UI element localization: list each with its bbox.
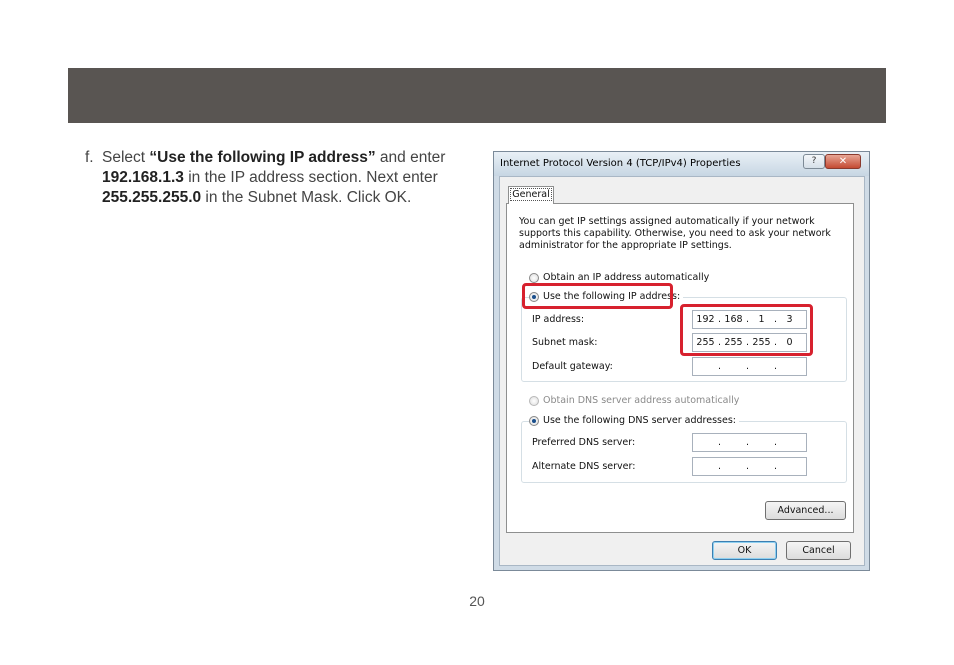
alternate-dns-field[interactable]: . . . xyxy=(692,457,807,476)
instruction-part: Select xyxy=(102,149,150,166)
dns-dot: . xyxy=(746,437,750,448)
instruction-text: f. Select “Use the following IP address”… xyxy=(85,148,455,208)
ok-button[interactable]: OK xyxy=(712,541,777,560)
gateway-dot: . xyxy=(746,361,750,372)
cancel-button[interactable]: Cancel xyxy=(786,541,851,560)
ip-address-label: IP address: xyxy=(532,314,585,325)
advanced-button[interactable]: Advanced... xyxy=(765,501,846,520)
tab-general[interactable]: General xyxy=(508,186,554,204)
gateway-dot: . xyxy=(718,361,722,372)
help-button[interactable]: ? xyxy=(803,154,825,169)
obtain-dns-label: Obtain DNS server address automatically xyxy=(543,395,740,406)
radio-off-icon xyxy=(529,272,539,283)
dns-dot: . xyxy=(718,437,722,448)
dialog-title: Internet Protocol Version 4 (TCP/IPv4) P… xyxy=(500,158,741,169)
alternate-dns-label: Alternate DNS server: xyxy=(532,461,636,472)
dns-dot: . xyxy=(746,461,750,472)
instruction-bold-option: “Use the following IP address” xyxy=(149,149,376,166)
subnet-mask-label: Subnet mask: xyxy=(532,337,598,348)
obtain-dns-automatically-radio[interactable]: Obtain DNS server address automatically xyxy=(529,395,739,406)
dialog-titlebar[interactable]: Internet Protocol Version 4 (TCP/IPv4) P… xyxy=(494,152,869,176)
dns-dot: . xyxy=(774,461,778,472)
instruction-bold-ip: 192.168.1.3 xyxy=(102,169,184,186)
tcpip-properties-dialog: Internet Protocol Version 4 (TCP/IPv4) P… xyxy=(493,151,870,571)
highlight-use-ip-option xyxy=(522,283,673,309)
radio-off-icon xyxy=(529,395,539,406)
general-tab-page: You can get IP settings assigned automat… xyxy=(506,203,854,533)
instruction-bold-mask: 255.255.255.0 xyxy=(102,189,202,206)
highlight-ip-fields xyxy=(680,304,813,356)
settings-description: You can get IP settings assigned automat… xyxy=(519,216,831,251)
radio-on-icon xyxy=(529,415,539,426)
default-gateway-label: Default gateway: xyxy=(532,361,613,372)
default-gateway-field[interactable]: . . . xyxy=(692,357,807,376)
close-button[interactable]: ✕ xyxy=(825,154,861,169)
dialog-client-area: General You can get IP settings assigned… xyxy=(499,176,865,566)
preferred-dns-field[interactable]: . . . xyxy=(692,433,807,452)
instruction-part: and enter xyxy=(375,149,446,166)
use-following-dns-radio[interactable]: Use the following DNS server addresses: xyxy=(529,415,739,426)
preferred-dns-label: Preferred DNS server: xyxy=(532,437,636,448)
use-following-dns-label: Use the following DNS server addresses: xyxy=(543,415,736,426)
header-bar xyxy=(68,68,886,123)
dns-dot: . xyxy=(774,437,778,448)
tab-general-label: General xyxy=(510,188,552,201)
obtain-ip-label: Obtain an IP address automatically xyxy=(543,272,710,283)
dns-dot: . xyxy=(718,461,722,472)
instruction-part: in the IP address section. Next enter xyxy=(183,169,438,186)
instruction-part: in the Subnet Mask. Click OK. xyxy=(201,189,412,206)
page-number: 20 xyxy=(469,593,485,609)
instruction-body: Select “Use the following IP address” an… xyxy=(102,148,455,208)
step-letter: f. xyxy=(85,149,94,166)
obtain-ip-automatically-radio[interactable]: Obtain an IP address automatically xyxy=(529,272,709,283)
gateway-dot: . xyxy=(774,361,778,372)
